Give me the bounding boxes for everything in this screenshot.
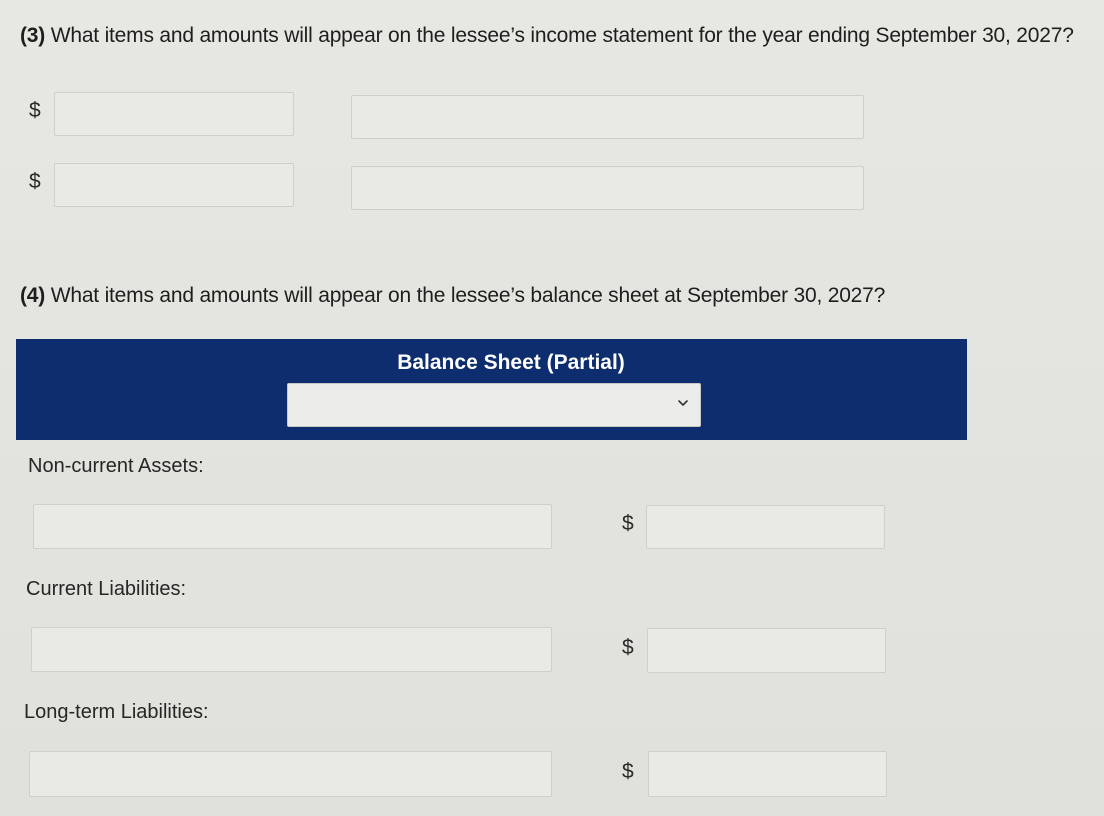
- question-3-body: What items and amounts will appear on th…: [50, 24, 1074, 47]
- income-amount-input-2[interactable]: [54, 163, 294, 207]
- long-term-liabilities-amount-input[interactable]: [648, 751, 887, 797]
- question-3-text: (3) What items and amounts will appear o…: [20, 24, 1074, 48]
- question-4-number: (4): [20, 284, 46, 307]
- income-amount-input-1[interactable]: [54, 92, 294, 136]
- balance-sheet-title: Balance Sheet (Partial): [397, 351, 625, 374]
- question-4-text: (4) What items and amounts will appear o…: [20, 284, 885, 308]
- current-liabilities-item-input[interactable]: [31, 627, 552, 672]
- non-current-assets-item-input[interactable]: [33, 504, 552, 549]
- current-liabilities-amount-input[interactable]: [647, 628, 886, 673]
- dollar-sign: $: [29, 99, 41, 122]
- current-liabilities-label: Current Liabilities:: [26, 578, 187, 600]
- long-term-liabilities-label: Long-term Liabilities:: [24, 701, 209, 723]
- balance-sheet-date-select[interactable]: [287, 383, 701, 427]
- long-term-liabilities-item-input[interactable]: [29, 751, 552, 797]
- non-current-assets-amount-input[interactable]: [646, 505, 885, 549]
- dollar-sign: $: [622, 512, 634, 535]
- question-4-body: What items and amounts will appear on th…: [50, 284, 886, 307]
- dollar-sign: $: [622, 636, 634, 659]
- dollar-sign: $: [622, 760, 634, 783]
- income-item-input-2[interactable]: [351, 166, 864, 210]
- question-3-number: (3): [20, 24, 46, 47]
- non-current-assets-label: Non-current Assets:: [28, 455, 204, 477]
- income-item-input-1[interactable]: [351, 95, 864, 139]
- chevron-down-icon: [678, 400, 688, 406]
- dollar-sign: $: [29, 170, 41, 193]
- balance-sheet-header: Balance Sheet (Partial): [16, 339, 967, 440]
